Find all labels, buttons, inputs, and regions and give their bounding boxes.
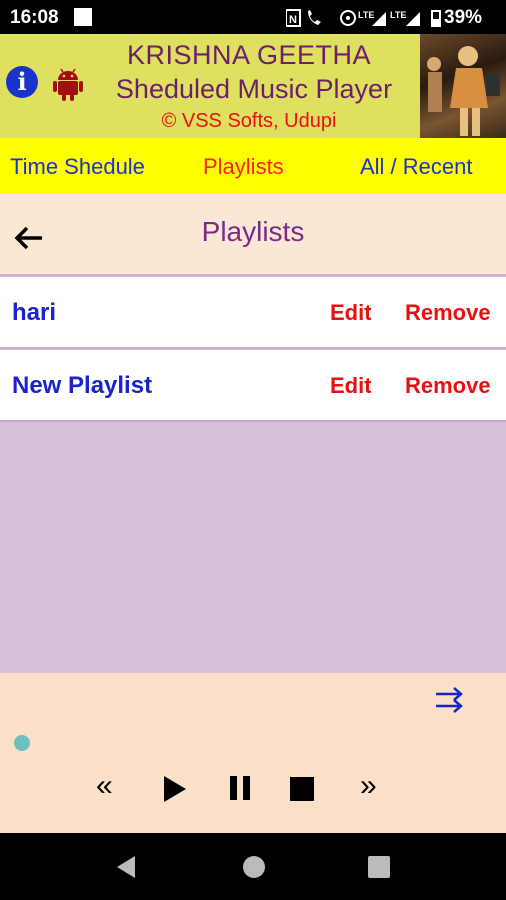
rewind-icon[interactable]: « [96, 771, 113, 801]
edit-button[interactable]: Edit [330, 300, 372, 326]
play-icon[interactable] [162, 775, 188, 803]
playlist-name[interactable]: hari [12, 299, 56, 327]
nav-home-icon[interactable] [242, 855, 266, 879]
edit-button[interactable]: Edit [330, 373, 372, 399]
krishna-arjuna-image [427, 46, 500, 136]
notification-icon [74, 8, 92, 26]
playlist-row: hari Edit Remove [0, 277, 506, 349]
remove-button[interactable]: Remove [405, 300, 491, 326]
status-time: 16:08 [10, 7, 59, 28]
tab-bar: Time Shedule Playlists All / Recent [0, 138, 506, 194]
seek-handle[interactable] [14, 735, 30, 751]
app-subtitle: Sheduled Music Player [115, 74, 393, 104]
page-header: Playlists [0, 194, 506, 276]
status-bar: 16:08 N LTE LTE 39% [0, 0, 506, 34]
stop-icon[interactable] [290, 777, 314, 801]
tab-all-recent[interactable]: All / Recent [360, 154, 473, 180]
player-panel: « » [0, 673, 506, 833]
app-header: i KRISHNA GEETHA Sheduled Music Player ©… [0, 34, 506, 138]
status-icons: N LTE LTE [285, 9, 446, 27]
nav-recents-icon[interactable] [368, 856, 390, 878]
tab-time-shedule[interactable]: Time Shedule [10, 154, 145, 180]
app-title: KRISHNA GEETHA [126, 40, 372, 70]
svg-text:LTE: LTE [358, 10, 374, 20]
playlist-name[interactable]: New Playlist [12, 372, 152, 400]
info-icon[interactable]: i [6, 66, 38, 98]
remove-button[interactable]: Remove [405, 373, 491, 399]
page-title: Playlists [201, 216, 305, 247]
playlist-row: New Playlist Edit Remove [0, 350, 506, 422]
system-nav-bar [0, 833, 506, 900]
app-credit: © VSS Softs, Udupi [161, 110, 337, 132]
fast-forward-icon[interactable]: » [360, 771, 377, 801]
android-icon[interactable] [52, 68, 84, 102]
header-image [420, 34, 506, 138]
nav-back-icon[interactable] [115, 855, 137, 879]
shuffle-icon[interactable] [434, 685, 464, 713]
tab-playlists[interactable]: Playlists [203, 154, 284, 180]
battery-percent: 39% [444, 7, 483, 28]
signal-icons: N LTE LTE [285, 9, 441, 27]
pause-icon[interactable] [228, 776, 252, 800]
svg-text:N: N [289, 14, 297, 26]
svg-text:LTE: LTE [390, 10, 406, 20]
